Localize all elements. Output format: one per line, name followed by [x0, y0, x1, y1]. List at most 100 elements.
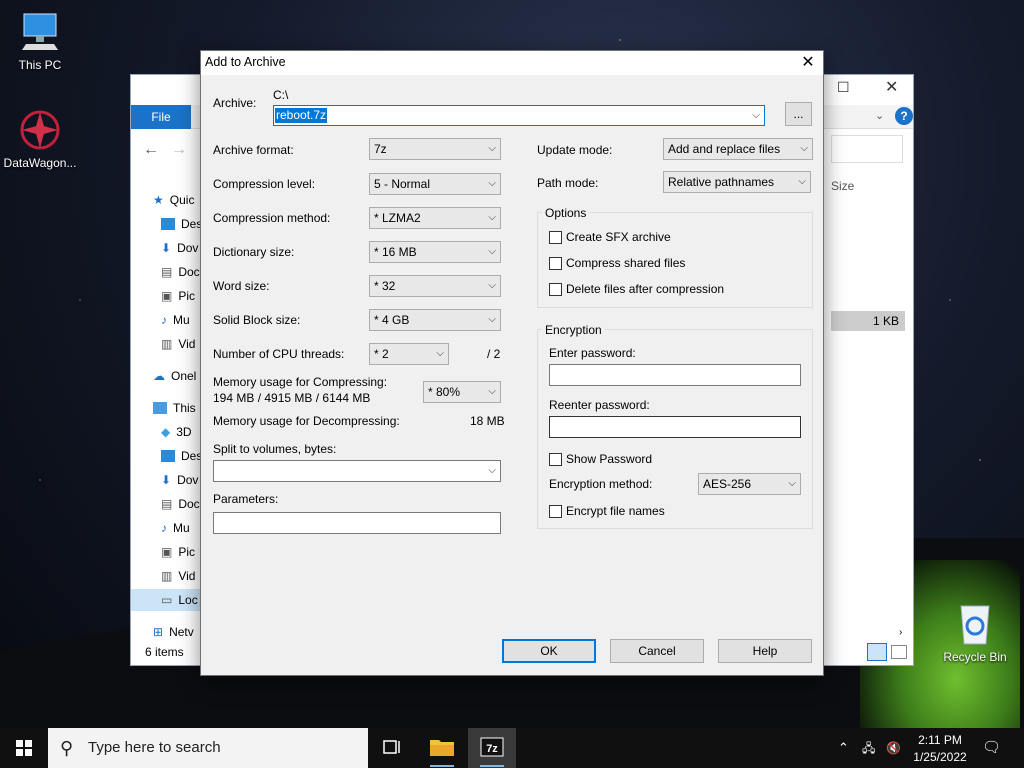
- explorer-search-box[interactable]: [831, 135, 903, 163]
- svg-text:7z: 7z: [486, 743, 498, 755]
- nav-onedrive[interactable]: ☁ Onel: [153, 365, 196, 387]
- split-volumes-combo[interactable]: ⌵: [213, 460, 501, 482]
- checkbox-label: Encrypt file names: [566, 504, 665, 518]
- show-password-checkbox[interactable]: Show Password: [549, 452, 652, 466]
- close-icon[interactable]: ✕: [797, 53, 819, 73]
- checkbox-label: Create SFX archive: [566, 230, 671, 244]
- dictionary-size-select[interactable]: * 16 MB ⌵: [369, 241, 501, 263]
- size-column-header[interactable]: Size: [831, 179, 854, 193]
- help-icon[interactable]: ?: [895, 107, 913, 125]
- explorer-file-tab[interactable]: File: [131, 105, 191, 129]
- reenter-password-input[interactable]: [549, 416, 801, 438]
- enter-password-input[interactable]: [549, 364, 801, 386]
- chevron-down-icon: ⌵: [488, 314, 496, 325]
- nav-downloads[interactable]: ⬇ Dov: [161, 237, 198, 259]
- clock-time: 2:11 PM: [918, 733, 962, 747]
- start-button[interactable]: [0, 728, 48, 768]
- nav-local-disk[interactable]: ▭ Loc: [131, 589, 203, 611]
- forward-arrow-icon[interactable]: →: [171, 141, 187, 159]
- encrypt-names-checkbox[interactable]: Encrypt file names: [549, 504, 665, 518]
- nav-pictures-2[interactable]: ▣ Pic: [161, 541, 195, 563]
- show-hidden-icons[interactable]: ⌃: [838, 728, 849, 768]
- clock-date: 1/25/2022: [913, 750, 967, 764]
- nav-desktop[interactable]: Des: [161, 213, 202, 235]
- memory-decompress-label: Memory usage for Decompressing:: [213, 414, 400, 428]
- desktop-recycle-bin[interactable]: Recycle Bin: [935, 600, 1015, 664]
- compression-level-label: Compression level:: [213, 177, 316, 191]
- nav-this-pc[interactable]: This: [153, 397, 196, 419]
- cancel-button[interactable]: Cancel: [610, 639, 704, 663]
- notifications-icon[interactable]: 🗨: [982, 728, 1001, 768]
- cpu-threads-select[interactable]: * 2 ⌵: [369, 343, 449, 365]
- archive-path: C:\: [273, 88, 289, 102]
- update-mode-select[interactable]: Add and replace files ⌵: [663, 138, 813, 160]
- music-icon: ♪: [161, 521, 167, 535]
- archive-name-combo[interactable]: reboot.7z ⌵: [273, 105, 765, 126]
- solid-block-size-select[interactable]: * 4 GB ⌵: [369, 309, 501, 331]
- folder-icon: [430, 740, 454, 767]
- chevron-down-icon: ⌵: [488, 386, 496, 397]
- clock[interactable]: 2:11 PM 1/25/2022: [910, 728, 970, 768]
- desktop-recycle-bin-label: Recycle Bin: [943, 650, 1007, 664]
- word-size-select[interactable]: * 32 ⌵: [369, 275, 501, 297]
- nav-3d-objects[interactable]: ◆ 3D: [161, 421, 192, 443]
- nav-pictures[interactable]: ▣ Pic: [161, 285, 195, 307]
- taskbar-7zip[interactable]: 7z: [468, 728, 516, 768]
- archive-label: Archive:: [213, 96, 257, 110]
- desktop-datawagon[interactable]: DataWagon...: [0, 108, 80, 170]
- chevron-down-icon: ⌵: [488, 143, 496, 154]
- video-icon: ▥: [161, 337, 173, 351]
- nav-label: 3D: [176, 425, 192, 439]
- back-arrow-icon[interactable]: ←: [143, 141, 159, 159]
- delete-after-checkbox[interactable]: Delete files after compression: [549, 282, 724, 296]
- nav-downloads-2[interactable]: ⬇ Dov: [161, 469, 198, 491]
- video-icon: ▥: [161, 569, 173, 583]
- create-sfx-checkbox[interactable]: Create SFX archive: [549, 230, 671, 244]
- split-volumes-label: Split to volumes, bytes:: [213, 442, 337, 456]
- explorer-close-icon[interactable]: ✕: [885, 77, 898, 97]
- archive-format-select[interactable]: 7z ⌵: [369, 138, 501, 160]
- taskbar-file-explorer[interactable]: [418, 728, 466, 768]
- nav-videos-2[interactable]: ▥ Vid: [161, 565, 195, 587]
- memory-compress-label: Memory usage for Compressing:: [213, 375, 388, 389]
- network-status-icon[interactable]: 🖧: [862, 728, 875, 768]
- datawagon-logo-icon: [20, 110, 60, 150]
- desktop-this-pc[interactable]: This PC: [0, 10, 80, 72]
- desktop-folder-icon: [161, 218, 175, 230]
- path-mode-select[interactable]: Relative pathnames ⌵: [663, 171, 811, 193]
- nav-documents[interactable]: ▤ Doc: [161, 261, 200, 283]
- picture-icon: ▣: [161, 289, 173, 303]
- taskbar-search-box[interactable]: ⚲ Type here to search: [48, 728, 368, 768]
- browse-button[interactable]: ...: [785, 102, 812, 126]
- nav-quick-access[interactable]: ★ Quic: [153, 189, 194, 211]
- file-size-cell[interactable]: 1 KB: [831, 311, 905, 331]
- network-icon: ⊞: [153, 625, 164, 639]
- volume-muted-icon[interactable]: 🔇: [886, 728, 901, 768]
- nav-label: Quic: [169, 193, 195, 207]
- compress-shared-checkbox[interactable]: Compress shared files: [549, 256, 685, 270]
- task-view-button[interactable]: [368, 728, 416, 768]
- nav-videos[interactable]: ▥ Vid: [161, 333, 195, 355]
- encryption-method-value: AES-256: [703, 477, 752, 491]
- nav-network[interactable]: ⊞ Netv: [153, 621, 194, 643]
- maximize-icon[interactable]: ☐: [837, 79, 850, 96]
- compression-level-select[interactable]: 5 - Normal ⌵: [369, 173, 501, 195]
- parameters-input[interactable]: [213, 512, 501, 534]
- ok-button[interactable]: OK: [502, 639, 596, 663]
- encryption-method-select[interactable]: AES-256 ⌵: [698, 473, 801, 495]
- nav-documents-2[interactable]: ▤ Doc: [161, 493, 200, 515]
- tiles-view-icon[interactable]: [891, 645, 907, 659]
- scroll-right-icon[interactable]: ›: [899, 627, 902, 638]
- nav-music-2[interactable]: ♪ Mu: [161, 517, 190, 539]
- help-button[interactable]: Help: [718, 639, 812, 663]
- details-view-icon[interactable]: [867, 643, 887, 661]
- compression-method-select[interactable]: * LZMA2 ⌵: [369, 207, 501, 229]
- ribbon-expand-icon[interactable]: ⌄: [875, 109, 884, 122]
- nav-music[interactable]: ♪ Mu: [161, 309, 190, 331]
- chevron-down-icon: ⌵: [798, 176, 806, 187]
- checkbox-box: [549, 230, 562, 244]
- memory-percent-select[interactable]: * 80% ⌵: [423, 381, 501, 403]
- archive-name-value: reboot.7z: [275, 108, 328, 123]
- nav-desktop-2[interactable]: Des: [161, 445, 202, 467]
- drive-icon: ▭: [161, 593, 173, 607]
